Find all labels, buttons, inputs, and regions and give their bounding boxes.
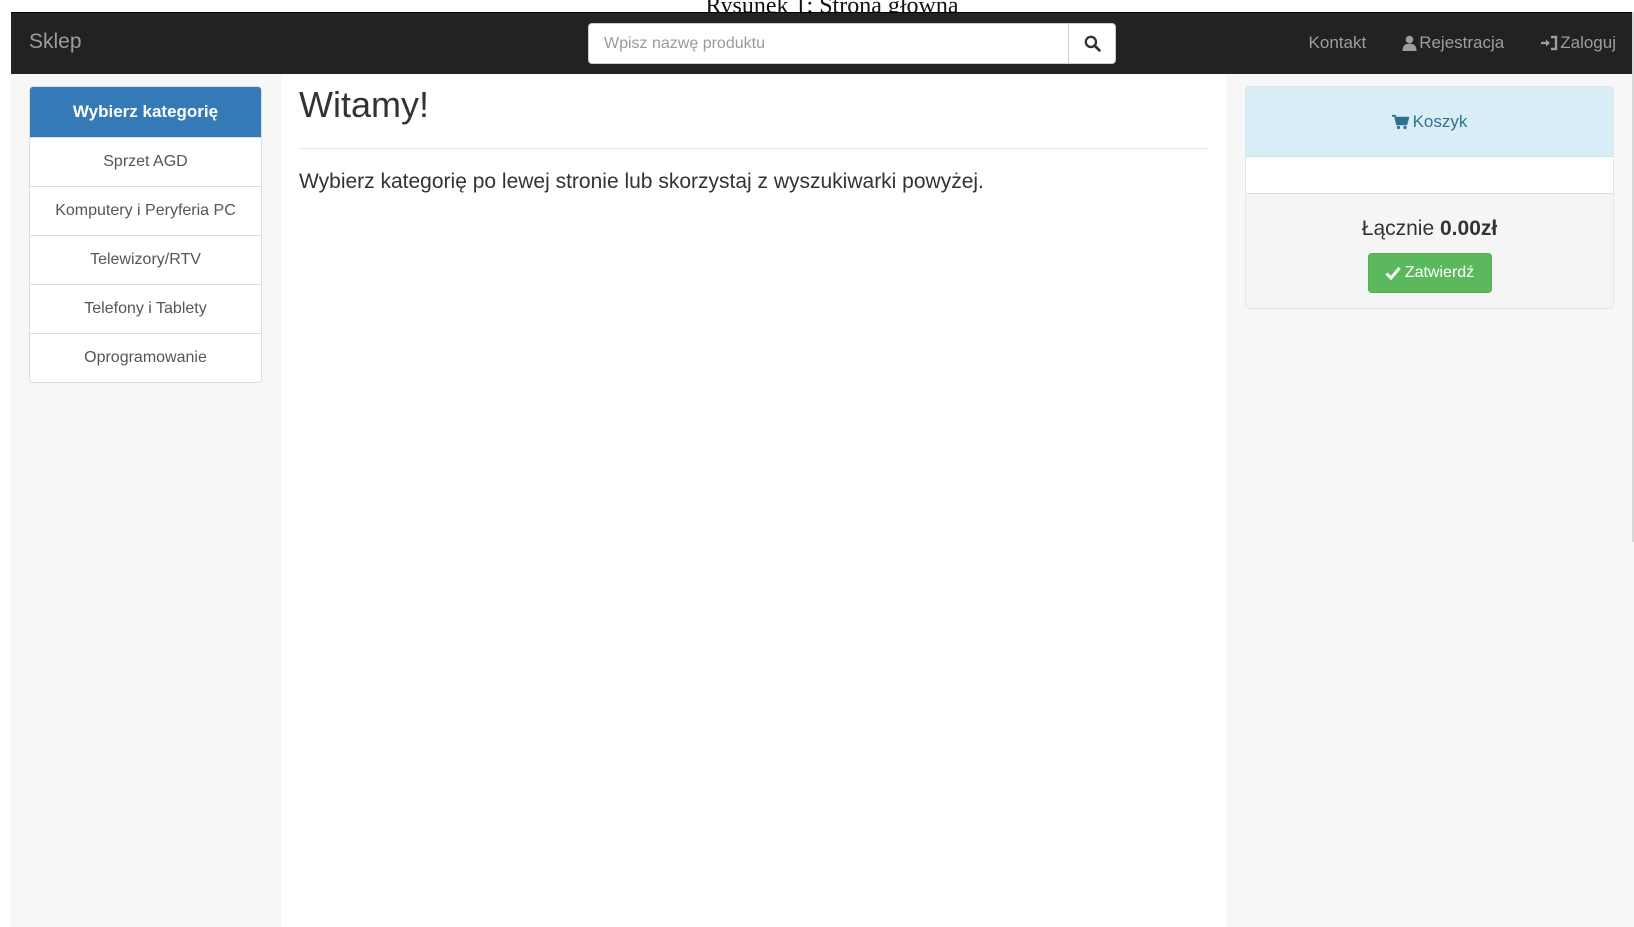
welcome-text: Wybierz kategorię po lewej stronie lub s… [299, 170, 984, 193]
confirm-button-label: Zatwierdź [1404, 264, 1475, 281]
cart-total-value: 0.00zł [1440, 217, 1498, 240]
confirm-button[interactable]: Zatwierdź [1367, 253, 1492, 293]
title-divider [299, 148, 1209, 149]
category-item-agd[interactable]: Sprzet AGD [30, 137, 261, 186]
search-button[interactable] [1068, 23, 1116, 64]
cart-total-label: Łącznie [1361, 217, 1435, 240]
browser-page: Sklep Kontakt Rejestracja [11, 12, 1634, 927]
category-item-phones[interactable]: Telefony i Tablety [30, 284, 261, 333]
contact-link[interactable]: Kontakt [1309, 33, 1367, 53]
page-title: Witamy! [299, 84, 429, 125]
login-link[interactable]: Zaloguj [1540, 33, 1616, 53]
login-link-label: Zaloguj [1560, 33, 1616, 52]
category-list-header[interactable]: Wybierz kategorię [30, 87, 261, 137]
cart-header[interactable]: Koszyk [1246, 87, 1613, 157]
login-icon [1541, 35, 1558, 51]
figure-caption-text: Rysunek 1: Strona główna [675, 0, 958, 12]
category-item-software[interactable]: Oprogramowanie [30, 333, 261, 382]
search-bar [588, 23, 1116, 64]
top-navbar: Sklep Kontakt Rejestracja [11, 12, 1634, 74]
main-content: Witamy! Wybierz kategorię po lewej stron… [281, 74, 1226, 927]
cart-footer: Łącznie 0.00zł Zatwierdź [1246, 194, 1613, 308]
category-item-computers[interactable]: Komputery i Peryferia PC [30, 186, 261, 235]
search-icon [1084, 35, 1101, 52]
category-list: Wybierz kategorię Sprzet AGD Komputery i… [29, 86, 262, 383]
figure-caption: Rysunek 1: Strona główna [0, 0, 1634, 12]
user-icon [1402, 35, 1417, 51]
nav-right: Kontakt Rejestracja Zaloguj [1309, 33, 1616, 53]
cart-title: Koszyk [1412, 111, 1468, 131]
search-input[interactable] [588, 23, 1068, 64]
check-icon [1385, 267, 1401, 280]
cart-panel: Koszyk Łącznie 0.00zł Zatwierdź [1245, 86, 1614, 309]
cart-icon [1391, 114, 1409, 129]
brand-link[interactable]: Sklep [29, 30, 82, 54]
category-item-tv[interactable]: Telewizory/RTV [30, 235, 261, 284]
cart-items [1246, 157, 1613, 194]
register-link-label: Rejestracja [1419, 33, 1505, 52]
contact-link-label: Kontakt [1308, 33, 1367, 52]
register-link[interactable]: Rejestracja [1402, 33, 1504, 53]
cart-total: Łącznie 0.00zł [1246, 194, 1613, 241]
